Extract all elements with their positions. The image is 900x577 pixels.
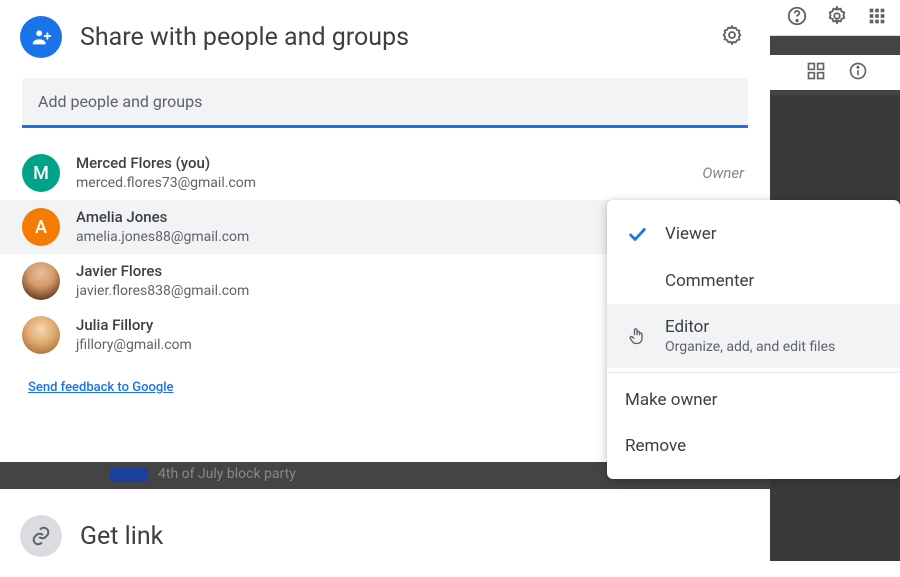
- app-toolbar-right: [770, 0, 900, 35]
- share-person-add-icon: [20, 16, 62, 58]
- owner-label: Owner: [702, 164, 748, 182]
- send-feedback-link[interactable]: Send feedback to Google: [28, 380, 173, 395]
- link-icon: [20, 515, 62, 557]
- permission-dropdown: Viewer Commenter Editor Organize, add, a…: [607, 200, 900, 479]
- dropdown-sublabel: Organize, add, and edit files: [665, 339, 882, 355]
- apps-grid-icon[interactable]: [866, 5, 888, 31]
- avatar: [22, 316, 60, 354]
- dialog-title: Share with people and groups: [80, 23, 696, 52]
- person-info: Merced Flores (you) merced.flores73@gmai…: [76, 154, 686, 192]
- share-settings-button[interactable]: [714, 17, 750, 57]
- dropdown-label: Editor: [665, 317, 882, 337]
- check-icon: [625, 223, 649, 245]
- cursor-hand-icon: [625, 326, 649, 346]
- background-file-name: 4th of July block party: [158, 466, 296, 482]
- avatar: [22, 262, 60, 300]
- dropdown-item-make-owner[interactable]: Make owner: [607, 377, 900, 423]
- info-icon[interactable]: [848, 61, 868, 85]
- get-link-section[interactable]: Get link: [0, 495, 770, 577]
- divider: [607, 372, 900, 373]
- person-name: Merced Flores (you): [76, 154, 686, 174]
- person-email: merced.flores73@gmail.com: [76, 174, 686, 192]
- get-link-title: Get link: [80, 522, 163, 551]
- gear-icon[interactable]: [826, 5, 848, 31]
- dropdown-label-with-sub: Editor Organize, add, and edit files: [665, 317, 882, 355]
- person-row: M Merced Flores (you) merced.flores73@gm…: [0, 146, 770, 200]
- background-file-icon: [110, 468, 148, 482]
- app-toolbar-secondary: [770, 55, 900, 90]
- dropdown-label: Viewer: [665, 224, 882, 244]
- dropdown-item-remove[interactable]: Remove: [607, 423, 900, 469]
- avatar: M: [22, 154, 60, 192]
- dropdown-item-viewer[interactable]: Viewer: [607, 210, 900, 258]
- grid-view-icon[interactable]: [806, 61, 826, 85]
- dropdown-label: Commenter: [665, 271, 882, 291]
- add-people-input[interactable]: [38, 92, 732, 111]
- add-people-field[interactable]: [22, 78, 748, 128]
- dropdown-label: Remove: [625, 436, 882, 456]
- avatar: A: [22, 208, 60, 246]
- dropdown-item-commenter[interactable]: Commenter: [607, 258, 900, 304]
- help-icon[interactable]: [786, 5, 808, 31]
- dropdown-item-editor[interactable]: Editor Organize, add, and edit files: [607, 304, 900, 368]
- dropdown-label: Make owner: [625, 390, 882, 410]
- dialog-header: Share with people and groups: [0, 0, 770, 70]
- divider: [770, 35, 900, 36]
